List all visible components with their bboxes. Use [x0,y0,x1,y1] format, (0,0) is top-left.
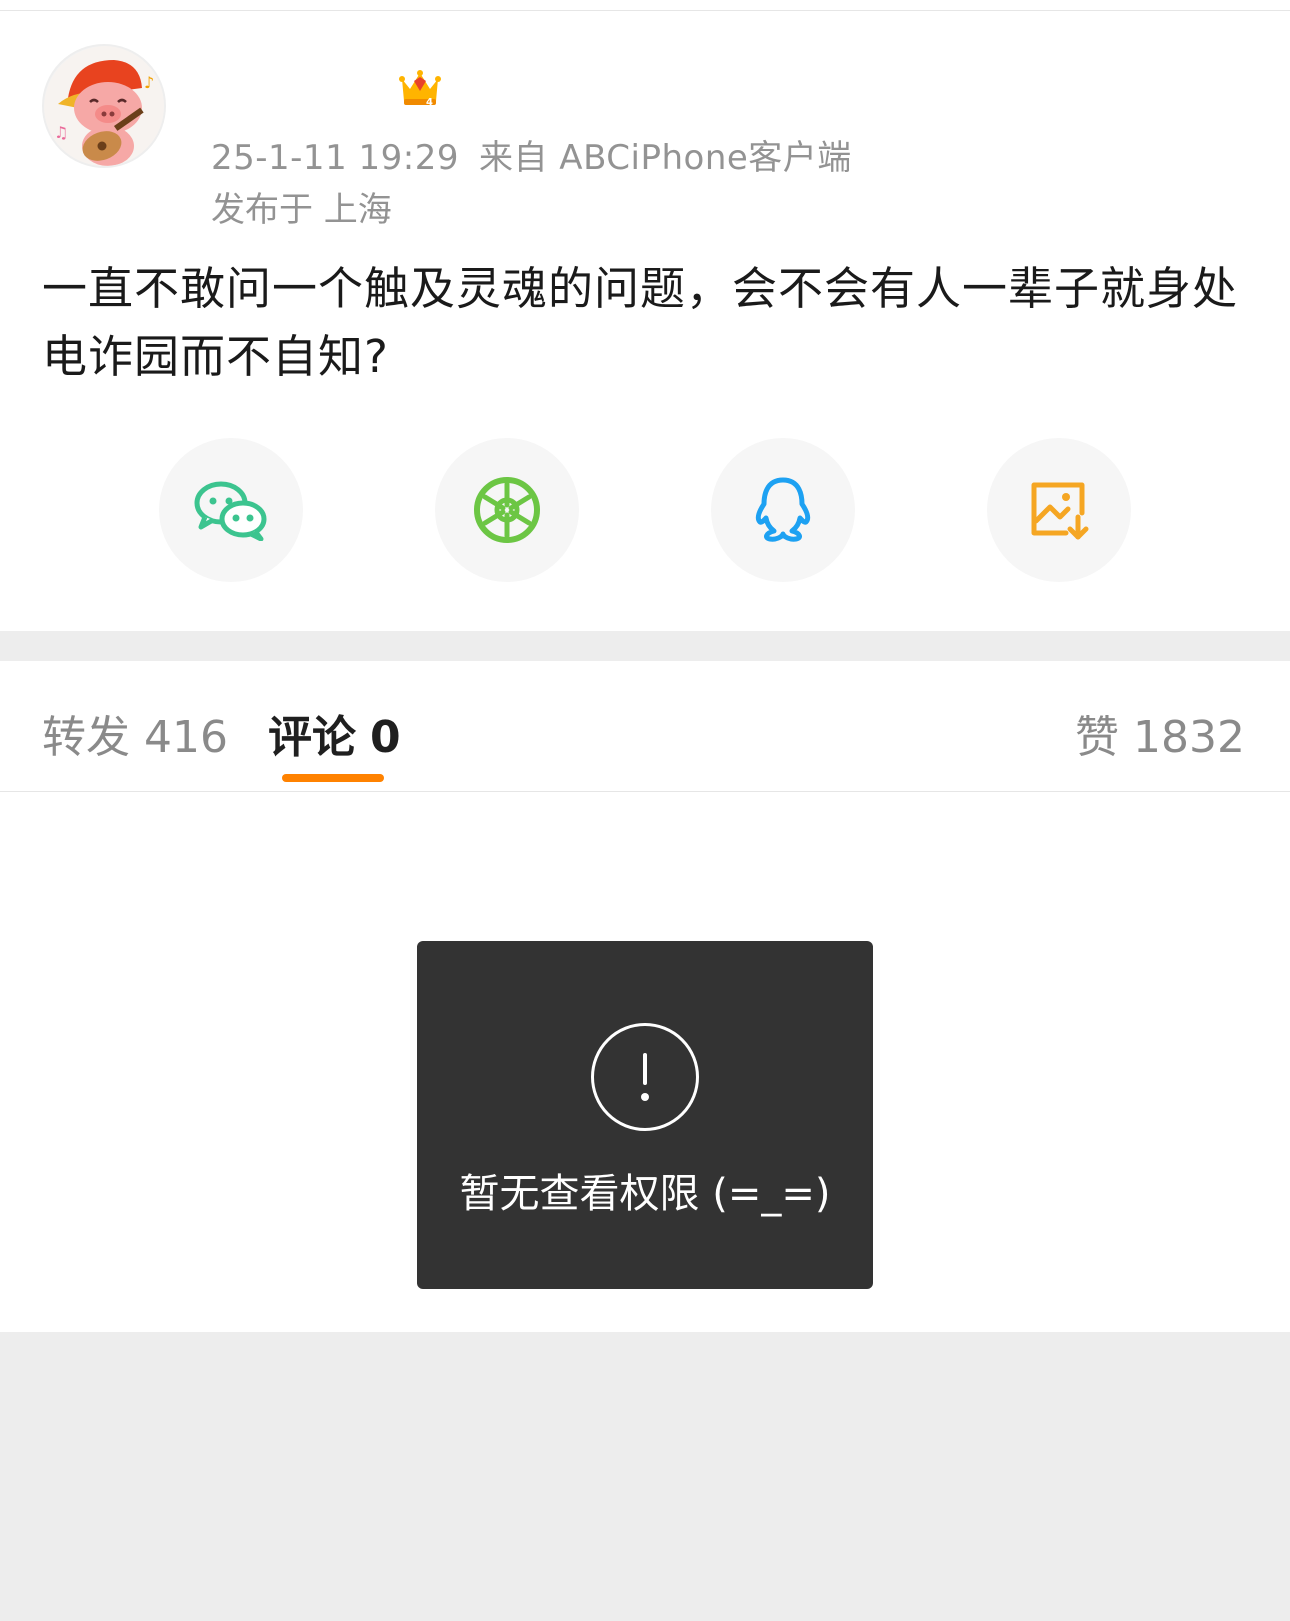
avatar[interactable]: ♪ ♫ [42,44,166,168]
post-source: 来自 ABCiPhone客户端 [479,138,852,178]
active-tab-indicator [282,774,384,782]
share-moments-button[interactable] [435,438,579,582]
svg-text:4: 4 [426,97,433,108]
tab-repost-label: 转发 [42,712,130,763]
post-meta: 25-1-11 19:29 来自 ABCiPhone客户端 [211,130,852,179]
tab-like[interactable]: 赞 1832 [1075,701,1245,765]
post-timestamp: 25-1-11 19:29 [211,138,459,178]
toast-message: 暂无查看权限 (=_=) [459,1171,831,1217]
tab-repost[interactable]: 转发 416 [42,701,228,765]
tab-like-count: 1832 [1133,712,1245,763]
tabs-bar: 转发 416 评论 0 赞 1832 [0,661,1290,792]
permission-toast: 暂无查看权限 (=_=) [417,941,873,1289]
tab-comment[interactable]: 评论 0 [268,701,401,765]
post-location: 发布于 上海 [211,190,392,230]
crown-icon: 4 [398,65,442,109]
share-wechat-button[interactable] [159,438,303,582]
wechat-icon [194,481,267,541]
tab-like-label: 赞 [1075,712,1120,763]
tab-comment-count: 0 [370,712,401,763]
share-row [0,438,1290,588]
post-text: 一直不敢问一个触及灵魂的问题，会不会有人一辈子就身处电诈园而不自知? [42,262,1239,383]
exclamation-icon [591,1023,699,1131]
tab-comment-label: 评论 [268,712,356,763]
save-image-button[interactable] [987,438,1131,582]
svg-text:♪: ♪ [144,73,154,92]
top-divider [0,0,1290,11]
pig-avatar-icon: ♪ ♫ [44,46,164,166]
svg-text:♫: ♫ [54,123,68,142]
tab-repost-count: 416 [144,712,228,763]
moments-icon [474,477,540,543]
share-qq-button[interactable] [711,438,855,582]
qq-icon [755,477,811,542]
section-gap [0,631,1290,661]
save-image-icon [1031,482,1089,540]
